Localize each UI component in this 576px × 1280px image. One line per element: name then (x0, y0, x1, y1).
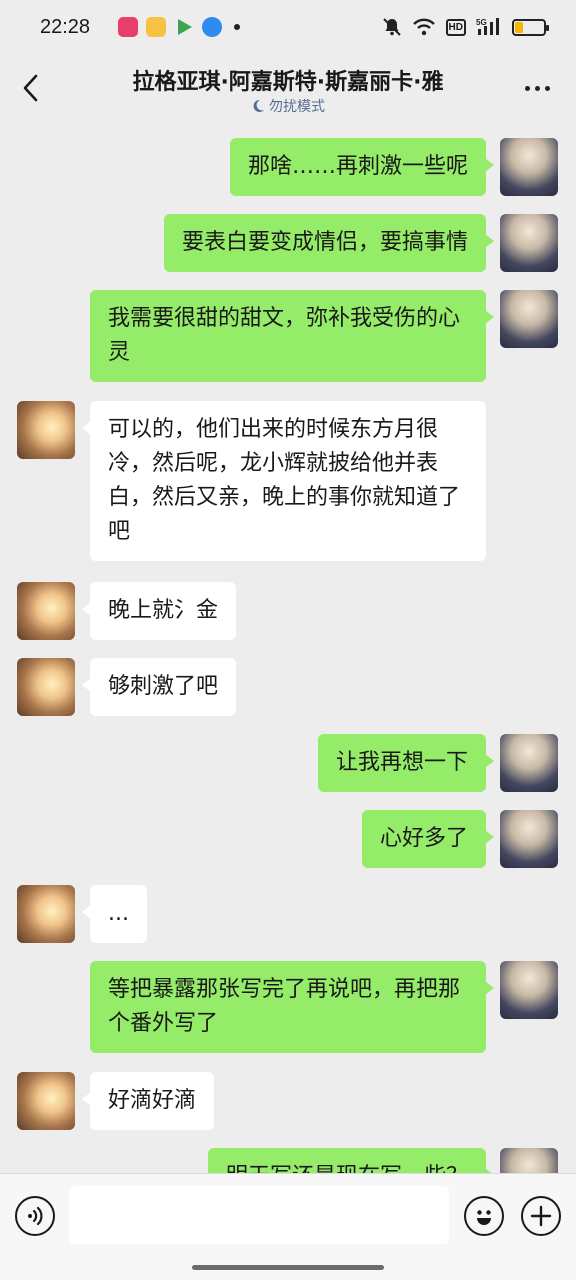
voice-input-button[interactable] (15, 1196, 55, 1236)
more-functions-button[interactable] (521, 1196, 561, 1236)
input-bar (0, 1173, 576, 1280)
dnd-indicator: 勿扰模式 (0, 96, 576, 116)
contact-avatar[interactable] (17, 1072, 75, 1130)
message-bubble-self[interactable]: 心好多了 (361, 810, 495, 868)
message-list[interactable]: 那啥……再刺激一些呢 要表白要变成情侣，要搞事情 我需要很甜的甜文，弥补我受伤的… (0, 122, 576, 1173)
signal-icon: 5G (476, 18, 499, 35)
battery-level (515, 21, 523, 33)
mute-bell-icon (382, 18, 401, 36)
plus-icon (530, 1205, 552, 1227)
message-bubble-other[interactable]: 好滴好滴 (81, 1072, 215, 1130)
hd-badge: HD (445, 18, 466, 36)
self-avatar[interactable] (500, 1148, 558, 1173)
more-notifications-dot (234, 24, 240, 30)
self-avatar[interactable] (500, 214, 558, 272)
message-bubble-other[interactable]: 够刺激了吧 (81, 658, 237, 716)
mail-app-icon (146, 17, 166, 37)
moon-icon (253, 99, 264, 112)
voice-icon (28, 1206, 43, 1226)
status-bar: 22:28 HD 5G (0, 0, 576, 54)
message-bubble-other[interactable]: 晚上就氵金 (81, 582, 237, 640)
home-indicator[interactable] (192, 1265, 384, 1270)
message-bubble-self[interactable]: 要表白要变成情侣，要搞事情 (163, 214, 495, 272)
self-avatar[interactable] (500, 961, 558, 1019)
dnd-label: 勿扰模式 (269, 99, 325, 115)
message-bubble-other[interactable]: 可以的，他们出来的时候东方月很冷，然后呢，龙小辉就披给他并表白，然后又亲，晚上的… (82, 401, 486, 561)
browser-app-icon (202, 17, 222, 37)
message-input[interactable] (69, 1186, 449, 1244)
message-bubble-self[interactable]: 让我再想一下 (317, 734, 495, 792)
play-store-icon (174, 17, 194, 37)
self-avatar[interactable] (500, 734, 558, 792)
status-time: 22:28 (40, 15, 91, 38)
more-options-icon[interactable] (525, 86, 550, 91)
wifi-icon (412, 18, 435, 36)
self-avatar[interactable] (500, 290, 558, 348)
message-bubble-self[interactable]: 等把暴露那张写完了再说吧，再把那个番外写了 (90, 961, 494, 1053)
chat-title: 拉格亚琪·阿嘉斯特·斯嘉丽卡·雅 (132, 70, 444, 95)
smiley-icon (477, 1210, 491, 1225)
contact-avatar[interactable] (17, 582, 75, 640)
svg-text:5G: 5G (476, 18, 487, 27)
message-bubble-self[interactable]: 我需要很甜的甜文，弥补我受伤的心灵 (90, 290, 494, 382)
contact-avatar[interactable] (17, 401, 75, 459)
battery-icon (512, 18, 549, 36)
message-bubble-other[interactable]: ... (82, 885, 147, 943)
video-app-icon (118, 17, 138, 37)
self-avatar[interactable] (500, 810, 558, 868)
contact-avatar[interactable] (17, 885, 75, 943)
chat-header: 拉格亚琪·阿嘉斯特·斯嘉丽卡·雅 勿扰模式 (0, 54, 576, 122)
contact-avatar[interactable] (17, 658, 75, 716)
emoji-button[interactable] (464, 1196, 504, 1236)
message-bubble-self[interactable]: 那啥……再刺激一些呢 (229, 138, 495, 196)
message-bubble-self[interactable]: 明天写还是现在写一些？ (207, 1148, 495, 1173)
self-avatar[interactable] (500, 138, 558, 196)
